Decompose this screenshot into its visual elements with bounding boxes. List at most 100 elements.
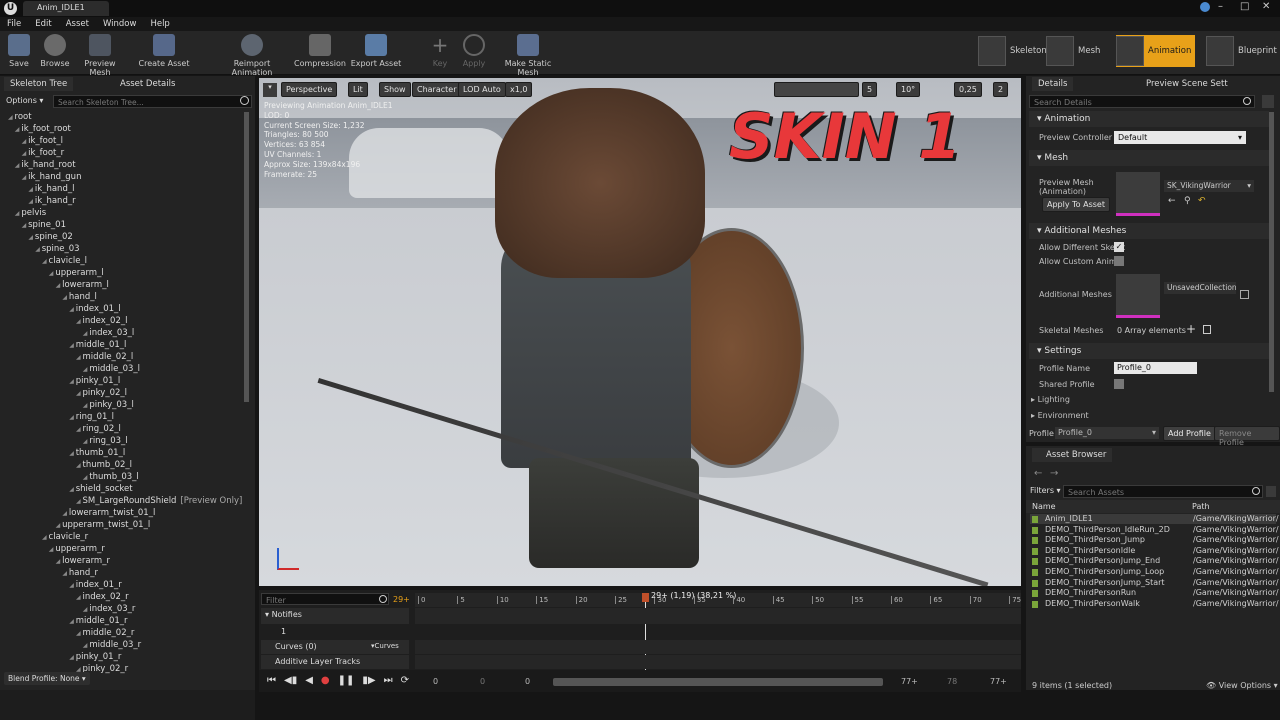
view-options-button[interactable]: 👁 View Options ▾	[1206, 681, 1278, 690]
environment-row[interactable]: ▸ Environment	[1031, 411, 1089, 420]
camera-speed-value[interactable]: 2	[993, 82, 1009, 97]
mesh-reset-icon[interactable]: ↶	[1198, 196, 1206, 206]
apply-button[interactable]: Apply	[460, 34, 488, 68]
pause-icon[interactable]: ❚❚	[338, 675, 355, 686]
bone-spine-03[interactable]: ◢ spine_03	[35, 244, 79, 254]
bone-index-02-r[interactable]: ◢ index_02_r	[76, 592, 129, 602]
filters-dropdown[interactable]: Filters ▾	[1030, 486, 1061, 495]
bone-ik-hand-gun[interactable]: ◢ ik_hand_gun	[22, 172, 82, 182]
bone-spine-01[interactable]: ◢ spine_01	[22, 220, 66, 230]
key-button[interactable]: + Key	[428, 34, 452, 68]
col-path-header[interactable]: Path	[1192, 502, 1210, 511]
step-back-icon[interactable]: ◀▮	[284, 675, 297, 686]
asset-row[interactable]: DEMO_ThirdPersonWalk/Game/VikingWarrior/	[1030, 599, 1279, 609]
details-scrollbar[interactable]	[1269, 112, 1274, 392]
asset-row[interactable]: DEMO_ThirdPersonJump_Loop/Game/VikingWar…	[1030, 567, 1279, 577]
mode-animation[interactable]: Animation	[1116, 35, 1196, 67]
save-button[interactable]: Save	[6, 34, 32, 68]
bone-ik-foot-root[interactable]: ◢ ik_foot_root	[15, 124, 71, 134]
view-options-icon[interactable]	[1262, 95, 1274, 108]
tab-preview-scene[interactable]: Preview Scene Sett	[1140, 77, 1234, 91]
bone-ring-02-l[interactable]: ◢ ring_02_l	[76, 424, 121, 434]
col-name-header[interactable]: Name	[1032, 502, 1056, 511]
notifies-track[interactable]: ▾ Notifies	[261, 608, 409, 624]
minimize-button[interactable]: –	[1218, 1, 1223, 12]
bone-ik-hand-r[interactable]: ◢ ik_hand_r	[28, 196, 75, 206]
lit-button[interactable]: Lit	[348, 82, 368, 97]
apply-to-asset-button[interactable]: Apply To Asset	[1042, 197, 1110, 212]
menu-edit[interactable]: Edit	[35, 19, 51, 29]
allow-different-checkbox[interactable]: ✓	[1114, 242, 1124, 252]
bone-middle-02-l[interactable]: ◢ middle_02_l	[76, 352, 133, 362]
asset-search-input[interactable]: Search Assets	[1063, 485, 1263, 498]
preview-mesh-select[interactable]: SK_VikingWarrior ▾	[1164, 180, 1254, 192]
bone-middle-01-r[interactable]: ◢ middle_01_r	[69, 616, 127, 626]
export-asset-button[interactable]: Export Asset	[350, 34, 402, 68]
asset-row[interactable]: DEMO_ThirdPerson_IdleRun_2D/Game/VikingW…	[1030, 525, 1279, 535]
bone-hand-l[interactable]: ◢ hand_l	[62, 292, 97, 302]
bone-lowerarm-twist-01-l[interactable]: ◢ lowerarm_twist_01_l	[62, 508, 155, 518]
show-button[interactable]: Show	[379, 82, 411, 97]
preview-mesh-thumbnail[interactable]	[1116, 172, 1160, 216]
bone-pelvis[interactable]: ◢ pelvis	[15, 208, 46, 218]
allow-custom-checkbox[interactable]	[1114, 256, 1124, 266]
bone-root[interactable]: ◢ root	[8, 112, 32, 122]
profile-name-input[interactable]: Profile_0	[1114, 362, 1197, 374]
bone-hand-r[interactable]: ◢ hand_r	[62, 568, 98, 578]
collection-select[interactable]: UnsavedCollection	[1164, 282, 1236, 294]
create-asset-button[interactable]: Create Asset	[138, 34, 190, 68]
bone-upperarm-r[interactable]: ◢ upperarm_r	[49, 544, 105, 554]
profile-select[interactable]: Profile_0 ▾	[1055, 427, 1159, 439]
bone-ik-foot-l[interactable]: ◢ ik_foot_l	[22, 136, 63, 146]
bone-spine-02[interactable]: ◢ spine_02	[28, 232, 72, 242]
additive-lane[interactable]	[415, 655, 1021, 669]
asset-row[interactable]: DEMO_ThirdPersonRun/Game/VikingWarrior/	[1030, 588, 1279, 598]
section-settings[interactable]: ▾ Settings	[1029, 343, 1269, 359]
bone-index-01-r[interactable]: ◢ index_01_r	[69, 580, 122, 590]
back-icon[interactable]: ←	[1034, 468, 1042, 479]
to-start-icon[interactable]: ⏮	[267, 675, 276, 686]
add-element-icon[interactable]: +	[1186, 322, 1196, 336]
asset-row[interactable]: DEMO_ThirdPersonJump_Start/Game/VikingWa…	[1030, 578, 1279, 588]
maximize-button[interactable]: □	[1240, 1, 1249, 12]
menu-window[interactable]: Window	[103, 19, 137, 29]
rotation-snap-value[interactable]: 10°	[896, 82, 921, 97]
bone-ik-hand-root[interactable]: ◢ ik_hand_root	[15, 160, 76, 170]
menu-help[interactable]: Help	[150, 19, 169, 29]
section-mesh[interactable]: ▾ Mesh	[1029, 150, 1269, 166]
bone-thumb-02-l[interactable]: ◢ thumb_02_l	[76, 460, 132, 470]
bone-index-01-l[interactable]: ◢ index_01_l	[69, 304, 120, 314]
tab-asset-browser[interactable]: Asset Browser	[1032, 448, 1113, 462]
additive-layer-tracks[interactable]: Additive Layer Tracks	[261, 655, 409, 669]
bone-pinky-03-l[interactable]: ◢ pinky_03_l	[83, 400, 134, 410]
make-static-mesh-button[interactable]: Make Static Mesh	[494, 34, 562, 77]
bone-ring-03-l[interactable]: ◢ ring_03_l	[83, 436, 128, 446]
section-additional-meshes[interactable]: ▾ Additional Meshes	[1029, 223, 1269, 239]
asset-row[interactable]: DEMO_ThirdPerson_Jump/Game/VikingWarrior…	[1030, 535, 1279, 545]
loop-icon[interactable]: ⟳	[401, 675, 409, 686]
options-dropdown[interactable]: Options ▾	[6, 96, 43, 105]
mesh-browse-icon[interactable]: ⚲	[1184, 196, 1191, 206]
step-forward-icon[interactable]: ▮▶	[362, 675, 375, 686]
lighting-row[interactable]: ▸ Lighting	[1031, 395, 1070, 404]
bone-index-02-l[interactable]: ◢ index_02_l	[76, 316, 127, 326]
scale-snap-value[interactable]: 0,25	[954, 82, 982, 97]
character-button[interactable]: Character	[412, 82, 462, 97]
bone-index-03-r[interactable]: ◢ index_03_r	[83, 604, 136, 614]
notifies-lane[interactable]	[415, 608, 1021, 624]
save-search-icon[interactable]	[1266, 486, 1276, 497]
compression-button[interactable]: Compression	[294, 34, 346, 68]
bone-ik-foot-r[interactable]: ◢ ik_foot_r	[22, 148, 65, 158]
section-animation[interactable]: ▾ Animation	[1029, 111, 1269, 127]
remove-profile-button[interactable]: Remove Profile	[1214, 426, 1280, 447]
delete-elements-icon[interactable]	[1203, 325, 1211, 334]
curves-dropdown[interactable]: ▾Curves	[371, 642, 399, 650]
reimport-animation-button[interactable]: Reimport Animation	[214, 34, 290, 77]
to-end-icon[interactable]: ⏭	[384, 675, 393, 686]
save-collection-icon[interactable]	[1240, 290, 1249, 299]
mode-blueprint[interactable]: Blueprint	[1206, 35, 1277, 67]
bone-thumb-03-l[interactable]: ◢ thumb_03_l	[83, 472, 139, 482]
bone-lowerarm-l[interactable]: ◢ lowerarm_l	[56, 280, 109, 290]
bone-middle-03-r[interactable]: ◢ middle_03_r	[83, 640, 141, 650]
details-search-input[interactable]: Search Details	[1029, 95, 1255, 108]
